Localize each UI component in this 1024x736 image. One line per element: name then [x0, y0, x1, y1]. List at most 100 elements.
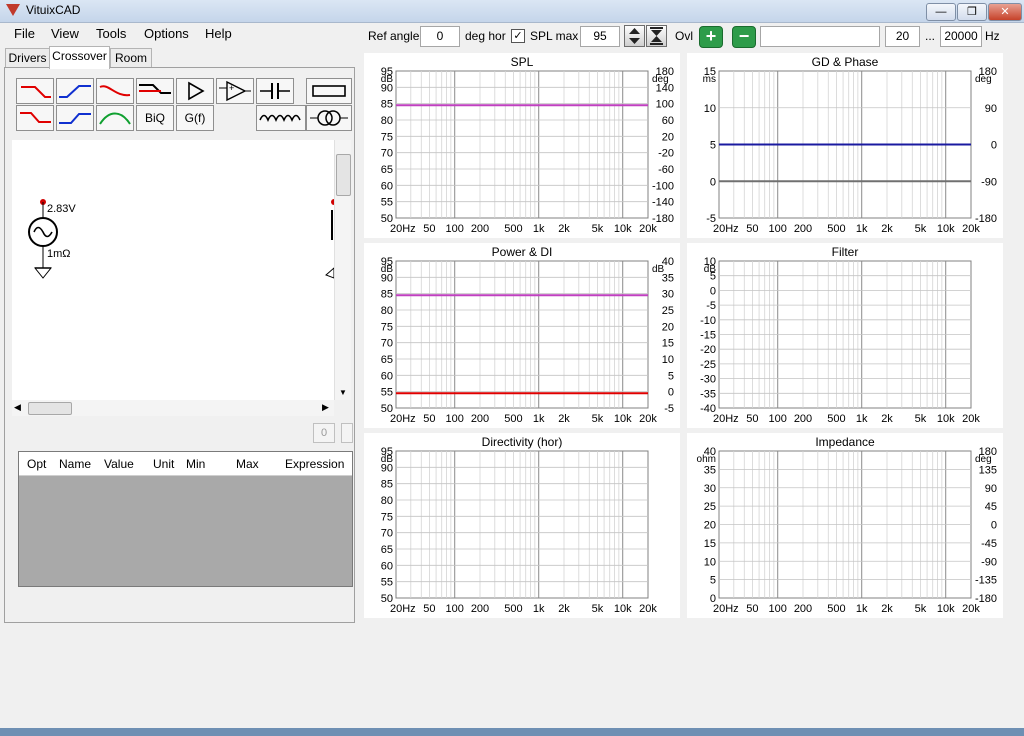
- directivity-chart-panel[interactable]: Directivity (hor) 95 90 85 80 75 70 65 60 55 50 dB…: [364, 433, 680, 618]
- x-tick-label: 100: [769, 413, 787, 425]
- tab-room[interactable]: Room: [110, 48, 152, 68]
- x-tick-label: 1k: [856, 413, 868, 425]
- zoom-out-button[interactable]: −: [732, 26, 756, 48]
- schematic-canvas[interactable]: 2.83V 1mΩ: [12, 140, 337, 400]
- menu-help[interactable]: Help: [205, 26, 232, 41]
- transformer-button[interactable]: [306, 105, 352, 131]
- y-tick-label: 10: [704, 556, 716, 568]
- parameter-table[interactable]: Opt Name Value Unit Min Max Expression: [18, 451, 353, 587]
- x-tick-label: 2k: [881, 413, 893, 425]
- spl-max-checkbox[interactable]: ✓: [511, 29, 525, 43]
- spl-max-input[interactable]: 95: [580, 26, 620, 47]
- col-max[interactable]: Max: [236, 457, 259, 471]
- x-tick-label: 2k: [881, 603, 893, 615]
- schematic-horizontal-scrollbar[interactable]: ◀ ▶: [12, 400, 334, 416]
- y-tick-label: -30: [700, 374, 716, 386]
- y2-tick-label: 35: [662, 272, 674, 284]
- y2-tick-label: -60: [658, 164, 674, 176]
- menu-view[interactable]: View: [51, 26, 79, 41]
- transfer-function-button[interactable]: G(f): [176, 105, 214, 131]
- spl-chart: 95908580757065605550dB deg1801401006020-2…: [381, 66, 674, 235]
- highpass-blue-2-button[interactable]: [56, 105, 94, 131]
- power-di-chart-panel[interactable]: Power & DI 95 90 85 80 75 70 65 60 55 50 dB dB 40 35 3…: [364, 243, 680, 428]
- schematic-vertical-scrollbar[interactable]: ▼: [334, 140, 351, 400]
- col-unit[interactable]: Unit: [153, 457, 174, 471]
- y-tick-label: 15: [704, 538, 716, 550]
- y-tick-label: 25: [704, 501, 716, 513]
- x-tick-label: 10k: [937, 603, 955, 615]
- gd-phase-chart-panel[interactable]: GD & Phase 15 10 5 0 -5 ms deg 180 90 0 -90 -180 20H…: [687, 53, 1003, 238]
- col-value[interactable]: Value: [104, 457, 134, 471]
- y2-tick-label: 90: [985, 103, 997, 115]
- x-tick-label: 20Hz: [390, 223, 416, 235]
- overlay-input[interactable]: [760, 26, 880, 47]
- menu-file[interactable]: File: [14, 26, 35, 41]
- y2-tick-label: 180: [656, 66, 674, 78]
- tab-drivers[interactable]: Drivers: [5, 48, 50, 68]
- y-unit-label: ms: [703, 74, 716, 85]
- col-opt[interactable]: Opt: [27, 457, 46, 471]
- zoom-in-button[interactable]: +: [699, 26, 723, 48]
- col-min[interactable]: Min: [186, 457, 205, 471]
- bandpass-green-button[interactable]: [96, 105, 134, 131]
- buffer-button[interactable]: [176, 78, 214, 104]
- inductor-button[interactable]: [256, 105, 306, 131]
- allpass-button[interactable]: [136, 78, 174, 104]
- filter-chart-panel[interactable]: Filter 10 5 0 -5 -10 -15 -20 -25 -30 -35 -40 dB 20Hz…: [687, 243, 1003, 428]
- x-tick-label: 1k: [856, 223, 868, 235]
- parameter-table-header: Opt Name Value Unit Min Max Expression: [19, 452, 352, 476]
- taskbar: [0, 728, 1024, 736]
- y-tick-label: 20: [704, 520, 716, 532]
- x-tick-label: 200: [471, 223, 489, 235]
- y2-tick-label: 0: [991, 140, 997, 152]
- y-tick-label: 0: [710, 176, 716, 188]
- spl-chart-panel[interactable]: SPL 95 90 85 80 75 70 65 60 55 50 dB deg 180 140 100 60…: [364, 53, 680, 238]
- freq-max-input[interactable]: 20000: [940, 26, 982, 47]
- impedance-chart-panel[interactable]: Impedance 40 35 30 25 20 15 10 5 0 ohm deg 180 135 90…: [687, 433, 1003, 618]
- highpass-blue-button[interactable]: [56, 78, 94, 104]
- y-tick-label: -10: [700, 315, 716, 327]
- y2-tick-label: 60: [662, 115, 674, 127]
- close-button[interactable]: ✕: [988, 3, 1022, 21]
- small-side-button[interactable]: [341, 423, 353, 443]
- lowpass-red-button[interactable]: [16, 78, 54, 104]
- tab-crossover[interactable]: Crossover: [49, 46, 110, 69]
- ref-angle-input[interactable]: 0: [420, 26, 460, 47]
- x-tick-label: 5k: [915, 603, 927, 615]
- plot-frame: [395, 70, 649, 219]
- hscroll-thumb[interactable]: [28, 402, 72, 415]
- y2-tick-label: -45: [981, 538, 997, 550]
- freq-min-input[interactable]: 20: [885, 26, 920, 47]
- scroll-right-icon[interactable]: ▶: [322, 402, 329, 413]
- scroll-thumb[interactable]: [336, 154, 351, 196]
- y-tick-label: 85: [381, 289, 393, 301]
- y-tick-label: 65: [381, 164, 393, 176]
- y-tick-label: 55: [381, 387, 393, 399]
- y2-tick-label: 30: [662, 289, 674, 301]
- scroll-left-icon[interactable]: ◀: [14, 402, 21, 413]
- x-tick-label: 2k: [558, 603, 570, 615]
- resistor-button[interactable]: [306, 78, 352, 104]
- minimize-button[interactable]: —: [926, 3, 956, 21]
- capacitor-button[interactable]: [256, 78, 294, 104]
- x-tick-label: 1k: [533, 223, 545, 235]
- x-tick-label: 50: [423, 223, 435, 235]
- fit-range-button[interactable]: [646, 25, 667, 47]
- x-tick-label: 20k: [962, 413, 980, 425]
- summing-amp-button[interactable]: +: [216, 78, 254, 104]
- gd-phase-chart: 151050-5ms deg180900-90-18020Hz 50 100 200 50…: [703, 66, 997, 235]
- x-tick-label: 2k: [558, 223, 570, 235]
- scroll-down-icon[interactable]: ▼: [339, 388, 347, 397]
- col-name[interactable]: Name: [59, 457, 91, 471]
- spin-up-down-button[interactable]: [624, 25, 645, 47]
- y2-tick-label: 90: [985, 483, 997, 495]
- biquad-button[interactable]: BiQ: [136, 105, 174, 131]
- col-expression[interactable]: Expression: [285, 457, 344, 471]
- zero-button[interactable]: 0: [313, 423, 335, 443]
- menu-options[interactable]: Options: [144, 26, 189, 41]
- lowpass-red-2-button[interactable]: [16, 105, 54, 131]
- menu-tools[interactable]: Tools: [96, 26, 126, 41]
- x-tick-label: 50: [746, 413, 758, 425]
- maximize-button[interactable]: ❐: [957, 3, 987, 21]
- shelf-red-button[interactable]: [96, 78, 134, 104]
